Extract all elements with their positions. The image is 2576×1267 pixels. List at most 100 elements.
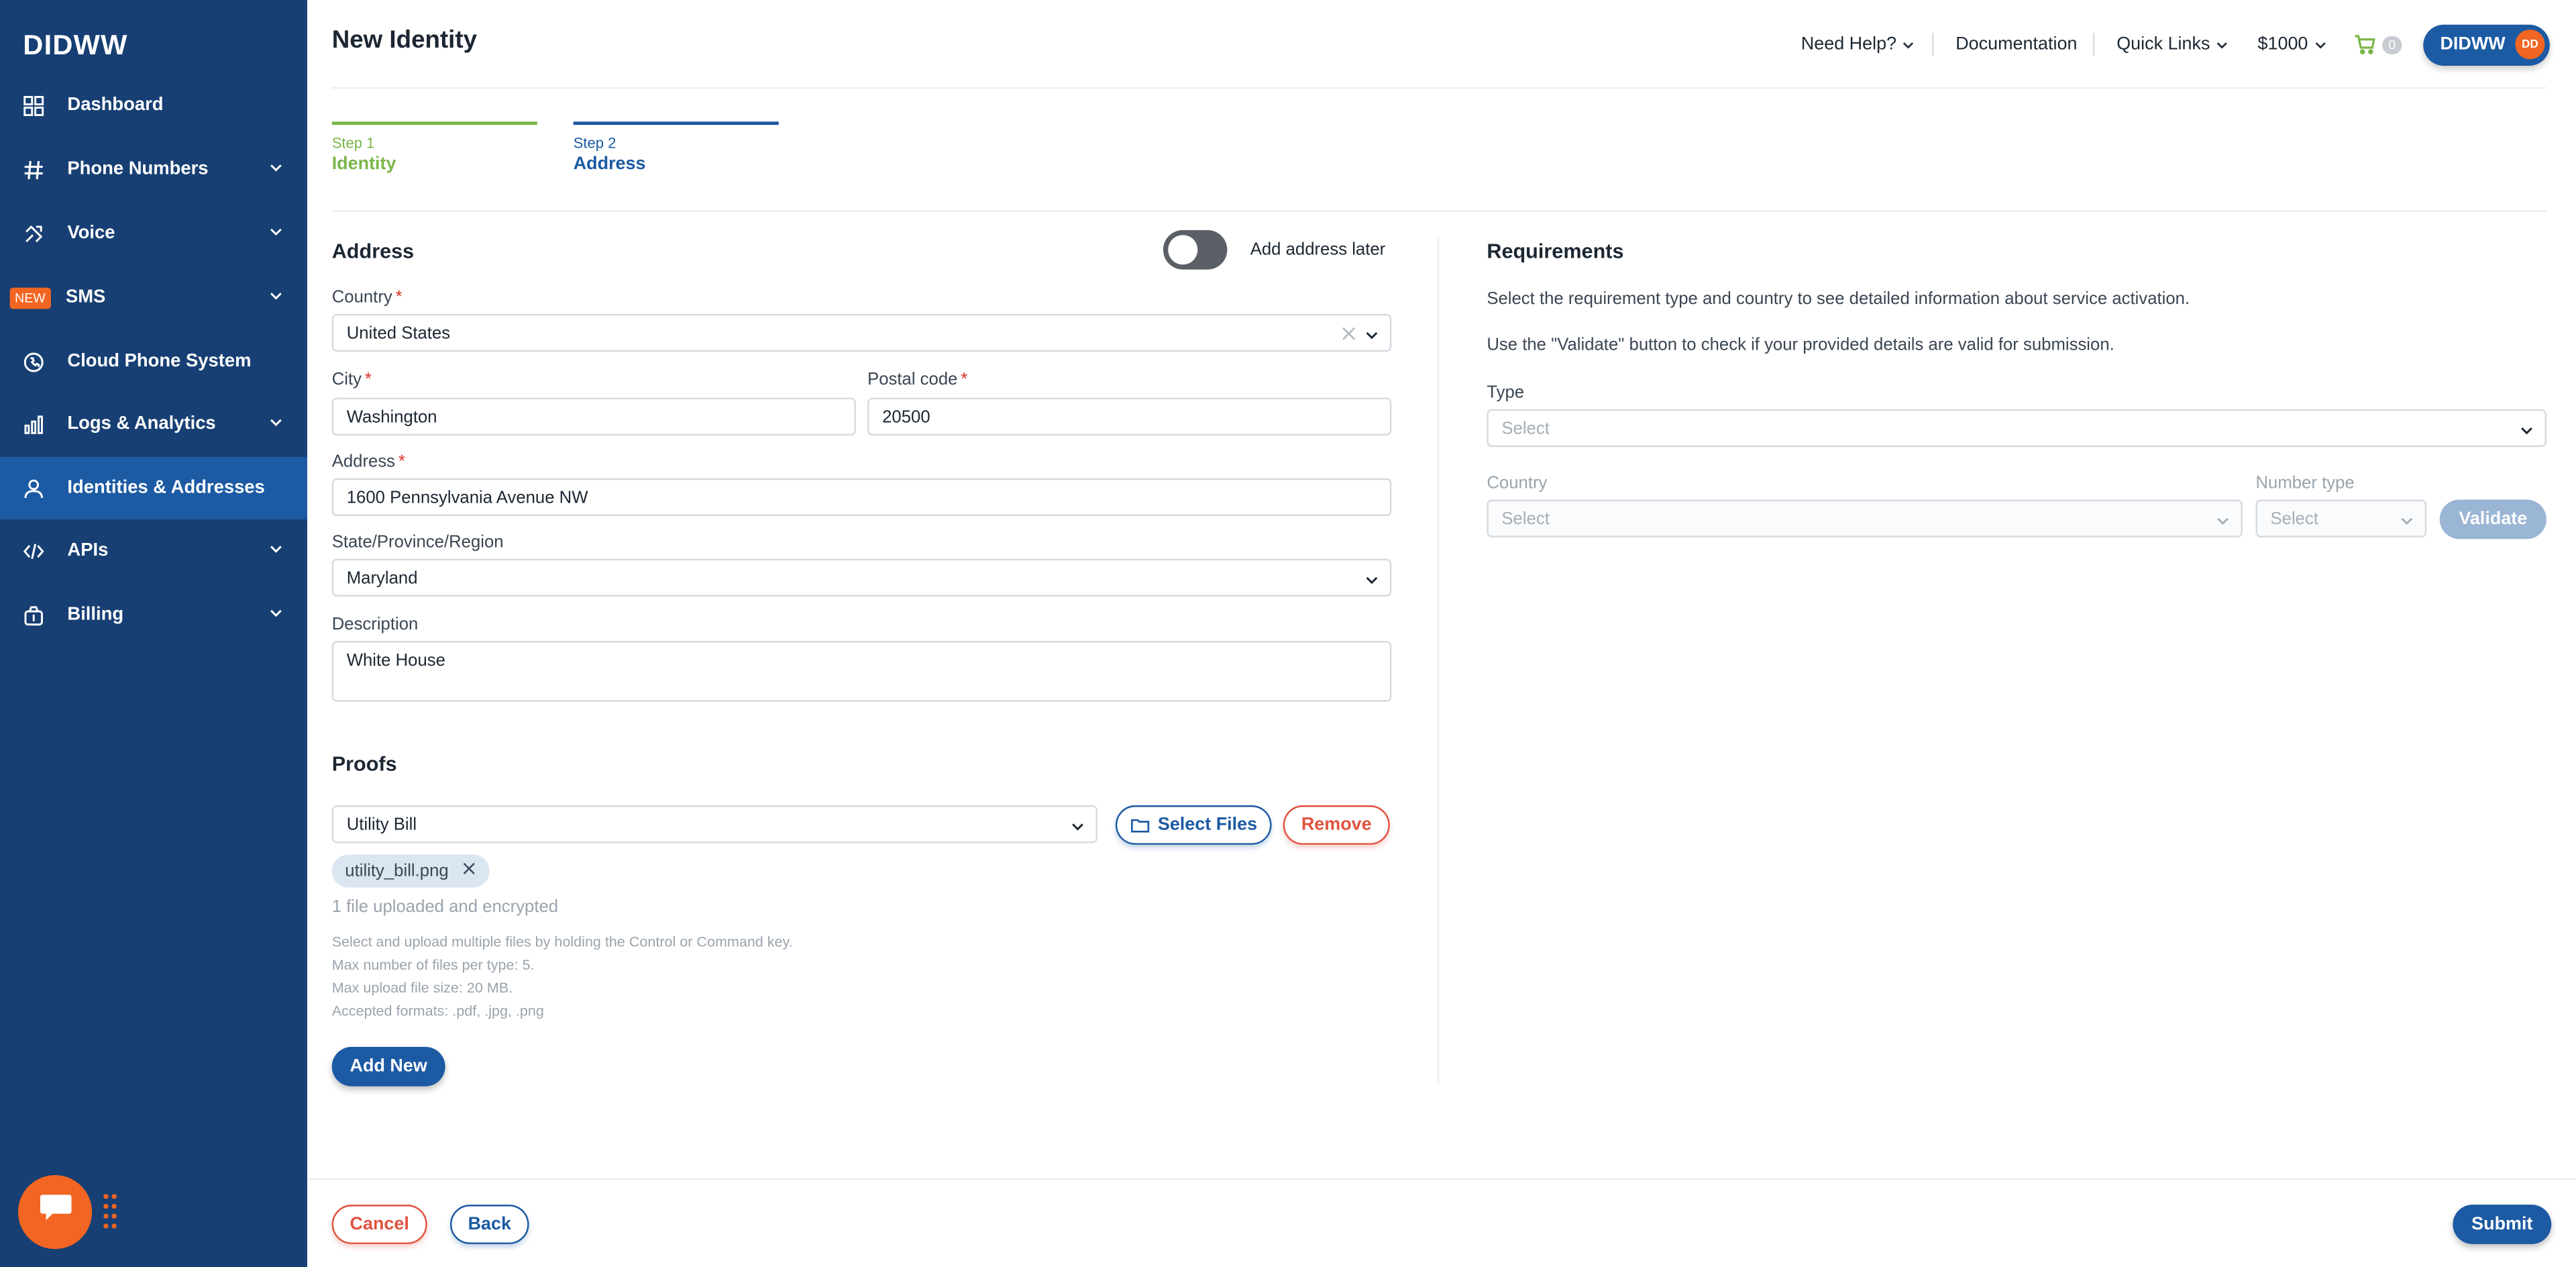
user-name: DIDWW (2440, 34, 2506, 54)
sidebar-item-label: Voice (67, 223, 115, 244)
step-address[interactable]: Step 2 Address (573, 121, 779, 174)
chevron-down-icon (2315, 41, 2326, 48)
sidebar-item-sms[interactable]: NEW SMS (0, 266, 307, 329)
dashboard-icon (21, 94, 44, 117)
steps-divider (331, 210, 2546, 212)
type-placeholder: Select (1501, 418, 1550, 438)
requirements-info: Select the requirement type and country … (1487, 289, 2190, 309)
quick-links-menu[interactable]: Quick Links (2110, 34, 2236, 54)
sidebar-item-label: Logs & Analytics (67, 414, 216, 434)
sidebar-item-phone-numbers[interactable]: Phone Numbers (0, 138, 307, 201)
sidebar-item-label: Cloud Phone System (67, 352, 252, 372)
toggle-label: Add address later (1250, 240, 1386, 260)
country-select[interactable]: United States (331, 313, 1392, 352)
upload-status: 1 file uploaded and encrypted (331, 897, 559, 917)
chevron-down-icon (1364, 572, 1380, 593)
sidebar-item-label: Phone Numbers (67, 159, 209, 179)
state-select[interactable]: Maryland (331, 558, 1392, 597)
sidebar-item-voice[interactable]: Voice (0, 202, 307, 264)
sidebar-item-logs-analytics[interactable]: Logs & Analytics (0, 393, 307, 455)
chat-bubble-icon (37, 1192, 73, 1233)
upload-hint: Accepted formats: .pdf, .jpg, .png (331, 1002, 544, 1019)
chevron-down-icon (1903, 41, 1914, 48)
description-label: Description (331, 614, 419, 635)
step-identity[interactable]: Step 1 Identity (331, 121, 537, 174)
top-bar: Need Help? Documentation Quick Links $10… (1780, 23, 2550, 66)
number-type-select[interactable]: Select (2255, 499, 2427, 538)
cart-button[interactable]: 0 (2354, 34, 2403, 54)
country-placeholder: Select (1501, 508, 1550, 529)
requirements-info: Use the "Validate" button to check if yo… (1487, 335, 2114, 355)
toggle-knob (1168, 235, 1198, 265)
need-help-label: Need Help? (1801, 34, 1897, 54)
address-value: 1600 Pennsylvania Avenue NW (346, 487, 588, 507)
back-button[interactable]: Back (450, 1205, 529, 1244)
validate-label: Validate (2459, 509, 2528, 529)
city-input[interactable]: Washington (331, 397, 856, 436)
divider (1932, 32, 1935, 56)
requirement-country-select[interactable]: Select (1487, 499, 2243, 538)
cancel-button[interactable]: Cancel (331, 1205, 427, 1244)
balance-menu[interactable]: $1000 (2251, 34, 2334, 54)
sidebar: DIDWW Dashboard Phone Numbers Voice NEW … (0, 0, 307, 1267)
proof-type-select[interactable]: Utility Bill (331, 805, 1097, 844)
remove-button[interactable]: Remove (1283, 805, 1390, 845)
select-files-label: Select Files (1157, 815, 1258, 835)
country-label: Country * (331, 287, 402, 307)
code-icon (21, 539, 44, 562)
folder-icon (1130, 819, 1149, 833)
cart-count-badge: 0 (2381, 35, 2403, 54)
proof-type-value: Utility Bill (346, 814, 417, 834)
need-help-menu[interactable]: Need Help? (1794, 34, 1923, 54)
header-divider (331, 87, 2546, 89)
avatar: DD (2515, 30, 2545, 60)
city-label-text: City (331, 370, 362, 390)
chevron-down-icon (2399, 513, 2415, 534)
step-name: Identity (331, 154, 396, 174)
select-files-button[interactable]: Select Files (1115, 805, 1272, 845)
user-menu-button[interactable]: DIDWW DD (2423, 23, 2550, 65)
documentation-link[interactable]: Documentation (1949, 34, 2084, 54)
sidebar-item-identities-addresses[interactable]: Identities & Addresses (0, 456, 307, 519)
description-textarea[interactable]: White House (331, 641, 1392, 702)
add-address-later-toggle[interactable] (1163, 230, 1228, 270)
sidebar-item-apis[interactable]: APIs (0, 519, 307, 582)
address-input[interactable]: 1600 Pennsylvania Avenue NW (331, 478, 1392, 516)
country-value: United States (346, 323, 451, 343)
sidebar-item-dashboard[interactable]: Dashboard (0, 74, 307, 136)
upload-hint: Max upload file size: 20 MB. (331, 979, 513, 997)
cart-icon (2355, 35, 2375, 54)
documentation-label: Documentation (1955, 34, 2078, 54)
balance-label: $1000 (2257, 34, 2308, 54)
sidebar-item-billing[interactable]: Billing (0, 583, 307, 646)
footer-divider (307, 1178, 2576, 1180)
validate-button[interactable]: Validate (2439, 499, 2546, 540)
submit-button[interactable]: Submit (2453, 1205, 2552, 1244)
close-icon[interactable] (462, 861, 476, 880)
req-country-label: Country (1487, 473, 1548, 493)
step-progress-bar (573, 121, 779, 125)
chat-button[interactable] (17, 1175, 93, 1250)
postal-code-input[interactable]: 20500 (867, 397, 1392, 436)
chevron-down-icon (2217, 41, 2228, 48)
sidebar-item-cloud-phone-system[interactable]: Cloud Phone System (0, 330, 307, 393)
step-name: Address (573, 154, 646, 174)
chevron-down-icon (2214, 513, 2231, 534)
divider (2093, 32, 2096, 56)
brand-logo[interactable]: DIDWW (23, 30, 127, 62)
step-progress-bar (331, 121, 537, 125)
number-type-label: Number type (2255, 473, 2355, 493)
hash-icon (21, 158, 44, 181)
requirement-type-select[interactable]: Select (1487, 409, 2546, 448)
add-new-button[interactable]: Add New (331, 1047, 445, 1086)
clear-icon[interactable] (1340, 325, 1356, 347)
file-chip: utility_bill.png (331, 854, 490, 888)
chevron-down-icon (1364, 327, 1380, 348)
state-label: State/Province/Region (331, 532, 504, 552)
step-number: Step 1 (331, 134, 375, 152)
postal-value: 20500 (882, 407, 930, 427)
money-bag-icon (21, 603, 44, 626)
drag-handle-icon[interactable] (102, 1192, 118, 1231)
sidebar-item-label: APIs (67, 540, 109, 561)
sidebar-item-label: Dashboard (67, 95, 164, 115)
